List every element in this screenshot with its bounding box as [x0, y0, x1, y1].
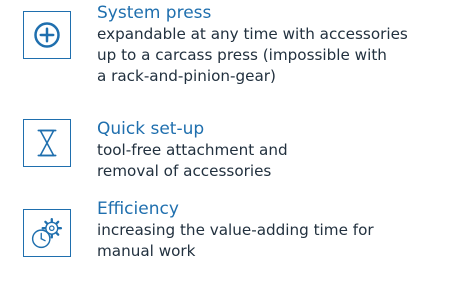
feature-description-line: removal of accessories	[97, 162, 272, 180]
feature-title: System press	[97, 3, 212, 23]
feature-description-line: tool-free attachment and	[97, 141, 288, 159]
gear-clock-icon	[23, 209, 71, 257]
feature-description-line: a rack-and-pinion-gear)	[97, 67, 276, 85]
feature-description-line: expandable at any time with accessories	[97, 25, 408, 43]
hourglass-icon	[23, 119, 71, 167]
feature-list: System press expandable at any time with…	[0, 0, 457, 281]
feature-description-line: manual work	[97, 242, 196, 260]
feature-description-line: up to a carcass press (impossible with	[97, 46, 387, 64]
feature-text: Quick set-up tool-free attachment and re…	[97, 119, 447, 182]
feature-text: System press expandable at any time with…	[97, 3, 447, 87]
plus-circle-icon	[23, 11, 71, 59]
feature-title: Efficiency	[97, 199, 179, 219]
feature-description-line: increasing the value-adding time for	[97, 221, 374, 239]
feature-title: Quick set-up	[97, 119, 205, 139]
feature-text: Efficiency increasing the value-adding t…	[97, 199, 447, 262]
